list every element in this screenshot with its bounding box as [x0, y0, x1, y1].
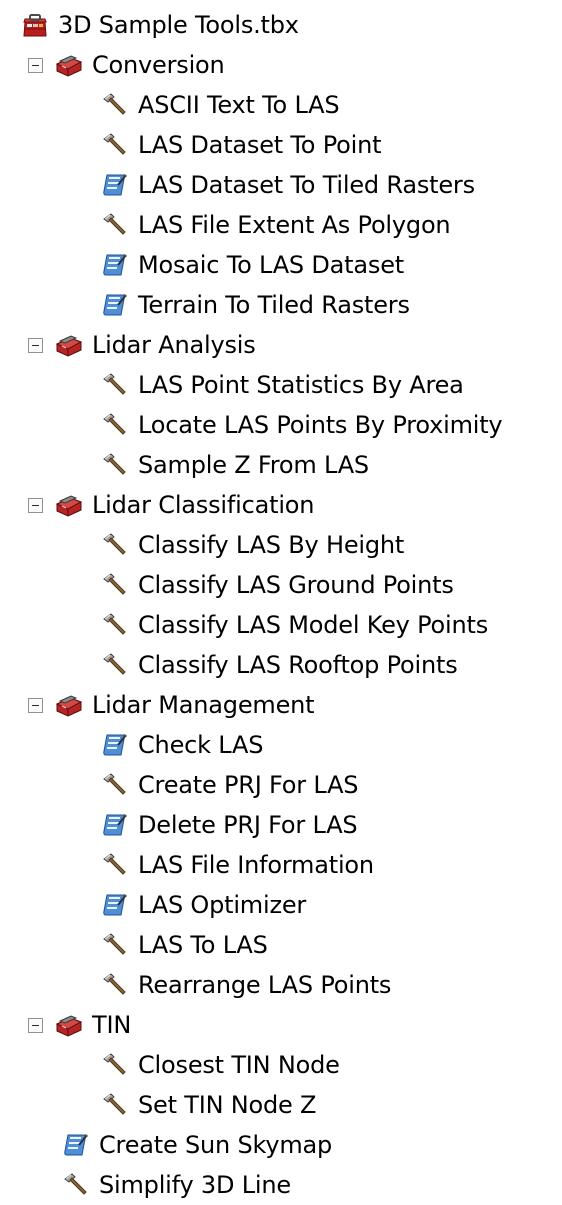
tree-item-label: Classify LAS By Height: [138, 531, 405, 559]
tree-item-label: Locate LAS Points By Proximity: [138, 411, 503, 439]
toolset-icon: [54, 330, 84, 360]
tool-classify-las-ground-points[interactable]: Classify LAS Ground Points: [0, 565, 562, 605]
script-tool-icon: [100, 890, 130, 920]
tree-item-label: Mosaic To LAS Dataset: [138, 251, 404, 279]
tool-check-las[interactable]: Check LAS: [0, 725, 562, 765]
toolset-icon: [54, 490, 84, 520]
tool-las-point-statistics-by-area[interactable]: LAS Point Statistics By Area: [0, 365, 562, 405]
collapse-toggle[interactable]: [28, 337, 43, 353]
collapse-toggle[interactable]: [28, 697, 43, 713]
hammer-tool-icon: [100, 1050, 130, 1080]
tree-item-label: Classify LAS Model Key Points: [138, 611, 488, 639]
hammer-tool-icon: [100, 90, 130, 120]
tree-item-label: LAS Dataset To Point: [138, 131, 382, 159]
hammer-tool-icon: [61, 1170, 91, 1200]
tool-classify-las-rooftop-points[interactable]: Classify LAS Rooftop Points: [0, 645, 562, 685]
tool-terrain-to-tiled-rasters[interactable]: Terrain To Tiled Rasters: [0, 285, 562, 325]
toolbox-root[interactable]: 3D Sample Tools.tbx: [0, 5, 562, 45]
hammer-tool-icon: [100, 570, 130, 600]
toolset-icon: [54, 690, 84, 720]
hammer-tool-icon: [100, 530, 130, 560]
toolset-lidar-management[interactable]: Lidar Management: [0, 685, 562, 725]
catalog-tree: 3D Sample Tools.tbx Conversion ASCII Text …: [0, 5, 562, 1205]
script-tool-icon: [100, 810, 130, 840]
tree-item-label: Delete PRJ For LAS: [138, 811, 358, 839]
hammer-tool-icon: [100, 1090, 130, 1120]
tree-item-label: LAS Point Statistics By Area: [138, 371, 464, 399]
hammer-tool-icon: [100, 610, 130, 640]
tree-item-label: Terrain To Tiled Rasters: [138, 291, 410, 319]
hammer-tool-icon: [100, 850, 130, 880]
hammer-tool-icon: [100, 770, 130, 800]
tree-item-label: Conversion: [92, 51, 225, 79]
tool-las-file-extent-as-polygon[interactable]: LAS File Extent As Polygon: [0, 205, 562, 245]
tool-mosaic-to-las-dataset[interactable]: Mosaic To LAS Dataset: [0, 245, 562, 285]
tool-delete-prj-for-las[interactable]: Delete PRJ For LAS: [0, 805, 562, 845]
toolset-tin[interactable]: TIN: [0, 1005, 562, 1045]
hammer-tool-icon: [100, 650, 130, 680]
tree-item-label: TIN: [92, 1011, 132, 1039]
script-tool-icon: [100, 170, 130, 200]
toolset-conversion[interactable]: Conversion: [0, 45, 562, 85]
tool-classify-las-model-key-points[interactable]: Classify LAS Model Key Points: [0, 605, 562, 645]
tree-item-label: LAS Optimizer: [138, 891, 307, 919]
script-tool-icon: [100, 250, 130, 280]
toolset-icon: [54, 1010, 84, 1040]
tool-simplify-3d-line[interactable]: Simplify 3D Line: [0, 1165, 562, 1205]
tree-item-label: Check LAS: [138, 731, 264, 759]
toolset-lidar-classification[interactable]: Lidar Classification: [0, 485, 562, 525]
hammer-tool-icon: [100, 410, 130, 440]
tree-item-label: 3D Sample Tools.tbx: [58, 11, 299, 39]
tree-item-label: Sample Z From LAS: [138, 451, 369, 479]
tree-item-label: ASCII Text To LAS: [138, 91, 340, 119]
tree-item-label: LAS To LAS: [138, 931, 268, 959]
tree-item-label: Classify LAS Ground Points: [138, 571, 454, 599]
tool-ascii-text-to-las[interactable]: ASCII Text To LAS: [0, 85, 562, 125]
collapse-toggle[interactable]: [28, 497, 43, 513]
hammer-tool-icon: [100, 130, 130, 160]
tree-item-label: Classify LAS Rooftop Points: [138, 651, 458, 679]
tool-set-tin-node-z[interactable]: Set TIN Node Z: [0, 1085, 562, 1125]
script-tool-icon: [100, 730, 130, 760]
hammer-tool-icon: [100, 210, 130, 240]
script-tool-icon: [61, 1130, 91, 1160]
toolset-icon: [54, 50, 84, 80]
tree-item-label: Set TIN Node Z: [138, 1091, 317, 1119]
tree-item-label: Simplify 3D Line: [99, 1171, 291, 1199]
tool-las-file-information[interactable]: LAS File Information: [0, 845, 562, 885]
tool-locate-las-points-by-proximity[interactable]: Locate LAS Points By Proximity: [0, 405, 562, 445]
hammer-tool-icon: [100, 970, 130, 1000]
tool-las-dataset-to-point[interactable]: LAS Dataset To Point: [0, 125, 562, 165]
tool-las-to-las[interactable]: LAS To LAS: [0, 925, 562, 965]
tree-item-label: LAS Dataset To Tiled Rasters: [138, 171, 475, 199]
tool-sample-z-from-las[interactable]: Sample Z From LAS: [0, 445, 562, 485]
tool-rearrange-las-points[interactable]: Rearrange LAS Points: [0, 965, 562, 1005]
collapse-toggle[interactable]: [28, 57, 43, 73]
tool-las-dataset-to-tiled-rasters[interactable]: LAS Dataset To Tiled Rasters: [0, 165, 562, 205]
tree-item-label: Lidar Classification: [92, 491, 315, 519]
tree-item-label: Create Sun Skymap: [99, 1131, 333, 1159]
script-tool-icon: [100, 290, 130, 320]
hammer-tool-icon: [100, 930, 130, 960]
tree-item-label: Lidar Management: [92, 691, 315, 719]
toolset-lidar-analysis[interactable]: Lidar Analysis: [0, 325, 562, 365]
tool-classify-las-by-height[interactable]: Classify LAS By Height: [0, 525, 562, 565]
hammer-tool-icon: [100, 450, 130, 480]
tool-closest-tin-node[interactable]: Closest TIN Node: [0, 1045, 562, 1085]
hammer-tool-icon: [100, 370, 130, 400]
tree-item-label: LAS File Extent As Polygon: [138, 211, 451, 239]
tree-item-label: Lidar Analysis: [92, 331, 256, 359]
tool-las-optimizer[interactable]: LAS Optimizer: [0, 885, 562, 925]
tree-item-label: LAS File Information: [138, 851, 374, 879]
tree-item-label: Create PRJ For LAS: [138, 771, 359, 799]
tree-item-label: Rearrange LAS Points: [138, 971, 392, 999]
tree-item-label: Closest TIN Node: [138, 1051, 340, 1079]
tool-create-sun-skymap[interactable]: Create Sun Skymap: [0, 1125, 562, 1165]
tool-create-prj-for-las[interactable]: Create PRJ For LAS: [0, 765, 562, 805]
toolbox-icon: [20, 10, 50, 40]
collapse-toggle[interactable]: [28, 1017, 43, 1033]
